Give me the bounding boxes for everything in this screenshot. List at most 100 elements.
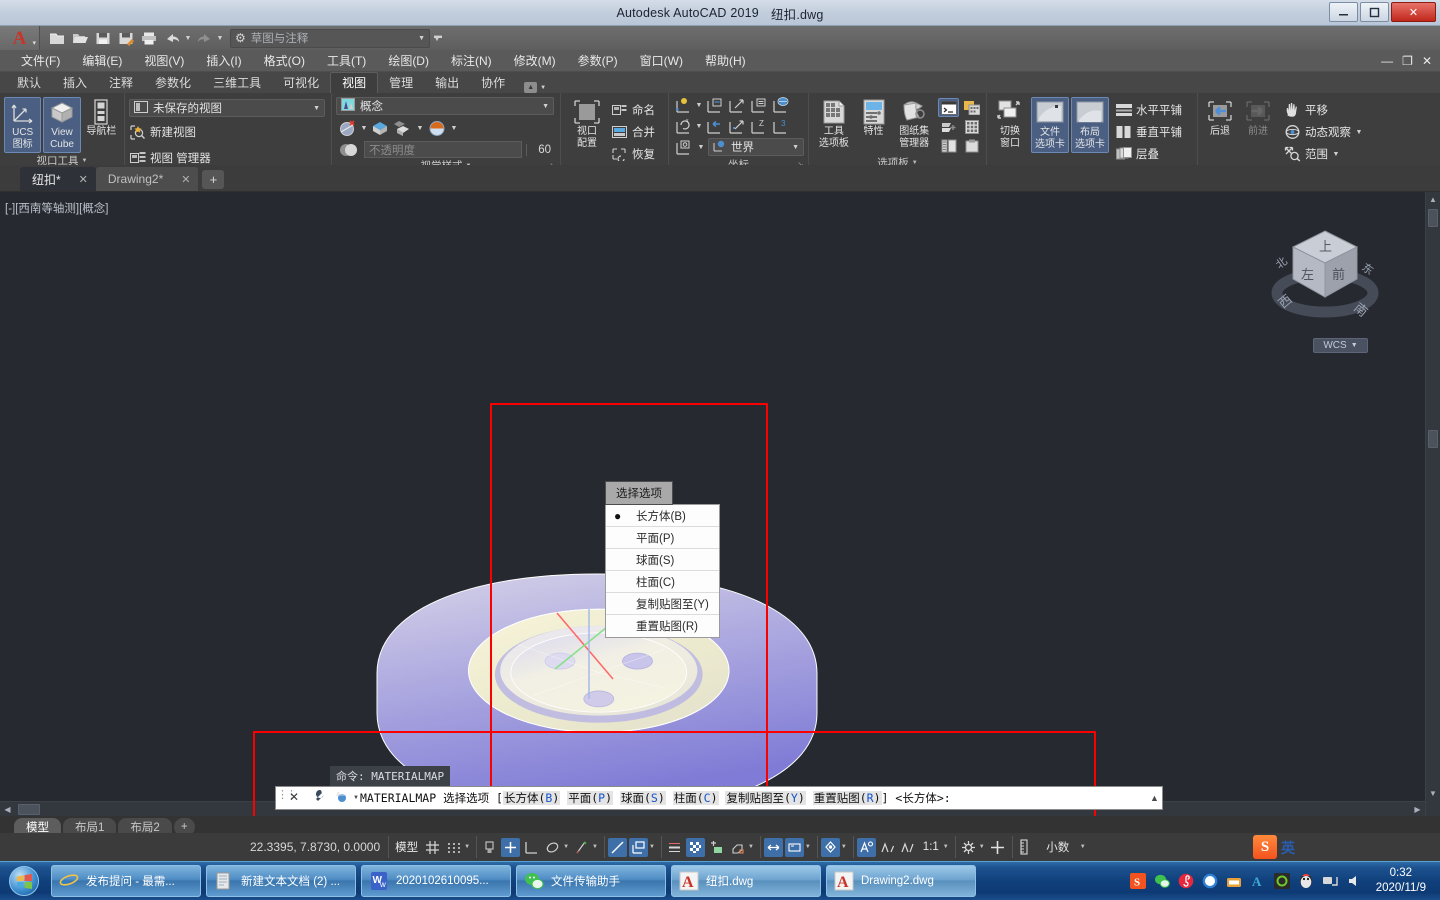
file-tab-drawing2[interactable]: Drawing2* ✕ — [95, 167, 199, 191]
chevron-down-icon[interactable]: ▼ — [695, 123, 703, 130]
face-style-icon[interactable] — [370, 118, 390, 138]
ucs-named-icon[interactable] — [673, 95, 694, 115]
viewport-join-button[interactable]: 合并 — [611, 121, 655, 143]
menu-view[interactable]: 视图(V) — [133, 50, 195, 72]
qat-overflow-button[interactable]: ▬ ▼ — [434, 32, 442, 44]
lineweight-toggle[interactable] — [665, 838, 684, 857]
command-option-box[interactable]: 球面(S) — [619, 791, 666, 805]
sogou-tray-icon[interactable]: S — [1130, 873, 1147, 890]
selection-cycling-toggle[interactable] — [707, 838, 726, 857]
taskbar-item-wechat[interactable]: 文件传输助手 — [516, 865, 666, 897]
tab-3dtools[interactable]: 三维工具 — [202, 72, 272, 93]
workspace-switch-button[interactable] — [820, 837, 840, 857]
download-icon[interactable] — [1226, 873, 1243, 890]
viewcube-button[interactable]: View Cube — [43, 97, 81, 153]
ucs-world-icon[interactable] — [770, 95, 791, 115]
no-edge-icon[interactable] — [338, 118, 358, 138]
ucs-view-icon[interactable] — [748, 95, 769, 115]
auto-scale-toggle[interactable] — [878, 838, 897, 857]
ucs-z-axis-icon[interactable]: Z — [748, 116, 769, 136]
design-center-icon[interactable] — [938, 136, 959, 155]
tab-view[interactable]: 视图 — [330, 72, 379, 93]
chevron-down-icon[interactable]: ▼ — [360, 125, 368, 132]
plot-icon[interactable] — [138, 28, 160, 48]
markup-set-manager-icon[interactable] — [961, 136, 982, 155]
opacity-icon[interactable] — [338, 142, 360, 158]
new-icon[interactable] — [46, 28, 68, 48]
properties-button[interactable]: 特性 — [857, 97, 891, 139]
taskbar-item-niukou[interactable]: A 纽扣.dwg — [671, 865, 821, 897]
chevron-down-icon[interactable]: ▼ — [464, 844, 470, 850]
save-icon[interactable] — [92, 28, 114, 48]
new-file-tab-button[interactable]: + — [202, 170, 225, 189]
command-expand-icon[interactable]: ▲ — [1150, 793, 1434, 803]
new-view-button[interactable]: 新建视图 — [129, 121, 196, 143]
object-snap-toggle[interactable] — [543, 838, 562, 857]
tab-output[interactable]: 输出 — [424, 72, 470, 93]
minimize-button[interactable] — [1329, 2, 1358, 22]
menu-tools[interactable]: 工具(T) — [316, 50, 377, 72]
chevron-down-icon[interactable]: ▼ — [841, 844, 847, 850]
command-settings-icon[interactable] — [311, 789, 325, 806]
context-menu-item-box[interactable]: ● 长方体(B) — [606, 505, 719, 527]
quick-calculator-icon[interactable] — [961, 117, 982, 136]
switch-windows-button[interactable]: 切换 窗口 — [991, 97, 1029, 151]
redo-icon[interactable] — [193, 28, 215, 48]
annotation-monitor-toggle[interactable] — [763, 837, 783, 857]
chevron-down-icon[interactable]: ▼ — [792, 144, 799, 151]
polar-tracking-toggle[interactable] — [522, 838, 541, 857]
annotation-visibility-toggle[interactable] — [856, 837, 876, 857]
wechat-tray-icon[interactable] — [1154, 873, 1171, 890]
scale-list-button[interactable] — [899, 838, 918, 857]
qq-icon[interactable] — [1298, 873, 1315, 890]
chevron-down-icon[interactable]: ▼ — [1332, 151, 1340, 158]
menu-parametric[interactable]: 参数(P) — [567, 50, 629, 72]
annotation-scale-toggle[interactable] — [784, 837, 804, 857]
ucs-origin2-icon[interactable] — [726, 116, 747, 136]
chevron-down-icon[interactable]: ▼ — [418, 35, 425, 42]
close-icon[interactable]: ✕ — [181, 173, 190, 186]
taskbar-item-wps[interactable]: Ww 2020102610095... — [361, 865, 511, 897]
command-line-icon[interactable] — [938, 98, 959, 117]
vertical-scroll-thumb-2[interactable] — [1428, 430, 1438, 448]
orbit-button[interactable]: 动态观察 ▼ — [1284, 121, 1363, 143]
menu-modify[interactable]: 修改(M) — [503, 50, 567, 72]
context-menu-item-copy-mapping[interactable]: 复制贴图至(Y) — [606, 593, 719, 615]
tile-horizontally-button[interactable]: 水平平铺 — [1115, 99, 1182, 121]
maximize-button[interactable] — [1360, 2, 1389, 22]
wcs-selector[interactable]: WCS ▼ — [1313, 338, 1368, 353]
grid-toggle[interactable] — [423, 838, 442, 857]
visual-style-combo[interactable]: 概念 ▼ — [336, 97, 554, 115]
ucs-origin-icon[interactable] — [726, 95, 747, 115]
chevron-down-icon[interactable]: ▼ — [695, 102, 703, 109]
chevron-down-icon[interactable]: ▼ — [542, 103, 549, 110]
sogou-ime-icon[interactable]: S — [1253, 835, 1277, 859]
sheet-set-manager-button[interactable]: 图纸集 管理器 — [892, 97, 936, 151]
chevron-down-icon[interactable]: ▼ — [353, 795, 359, 801]
chevron-down-icon[interactable]: ▼ — [313, 105, 320, 112]
inner-restore-button[interactable]: ❐ — [1402, 54, 1413, 68]
command-option-box[interactable]: 长方体(B) — [502, 791, 561, 805]
scroll-up-icon[interactable]: ▲ — [1426, 192, 1440, 207]
chevron-down-icon[interactable]: ▼ — [943, 844, 949, 850]
vertical-scroll-thumb[interactable] — [1428, 209, 1438, 227]
menu-window[interactable]: 窗口(W) — [629, 50, 694, 72]
inner-minimize-button[interactable]: — — [1381, 54, 1393, 68]
ribbon-minimize-button[interactable]: ▲ ▼ — [524, 82, 546, 93]
back-button[interactable]: 后退 — [1202, 97, 1238, 139]
context-menu-item-reset-mapping[interactable]: 重置贴图(R) — [606, 615, 719, 637]
close-icon[interactable]: ✕ — [79, 173, 88, 186]
shadow-style-icon[interactable] — [392, 118, 414, 138]
taskbar-item-notepad[interactable]: 新建文本文档 (2) ... — [206, 865, 356, 897]
horizontal-scroll-thumb[interactable] — [18, 804, 40, 815]
chevron-down-icon[interactable]: ▼ — [416, 125, 424, 132]
tab-collaborate[interactable]: 协作 — [470, 72, 516, 93]
context-menu[interactable]: 选择选项 ● 长方体(B) 平面(P) 球面(S) 柱面(C) 复制贴图至(Y) — [605, 481, 720, 638]
opacity-value[interactable]: 60 — [526, 143, 554, 156]
units-value[interactable]: 小数 — [1037, 838, 1079, 857]
forward-button[interactable]: 前进 — [1240, 97, 1276, 139]
ucs-manage-icon[interactable] — [673, 137, 694, 157]
menu-dimension[interactable]: 标注(N) — [440, 50, 503, 72]
taskbar-item-ie[interactable]: e 发布提问 - 最需... — [51, 865, 201, 897]
external-references-icon[interactable] — [938, 117, 959, 136]
